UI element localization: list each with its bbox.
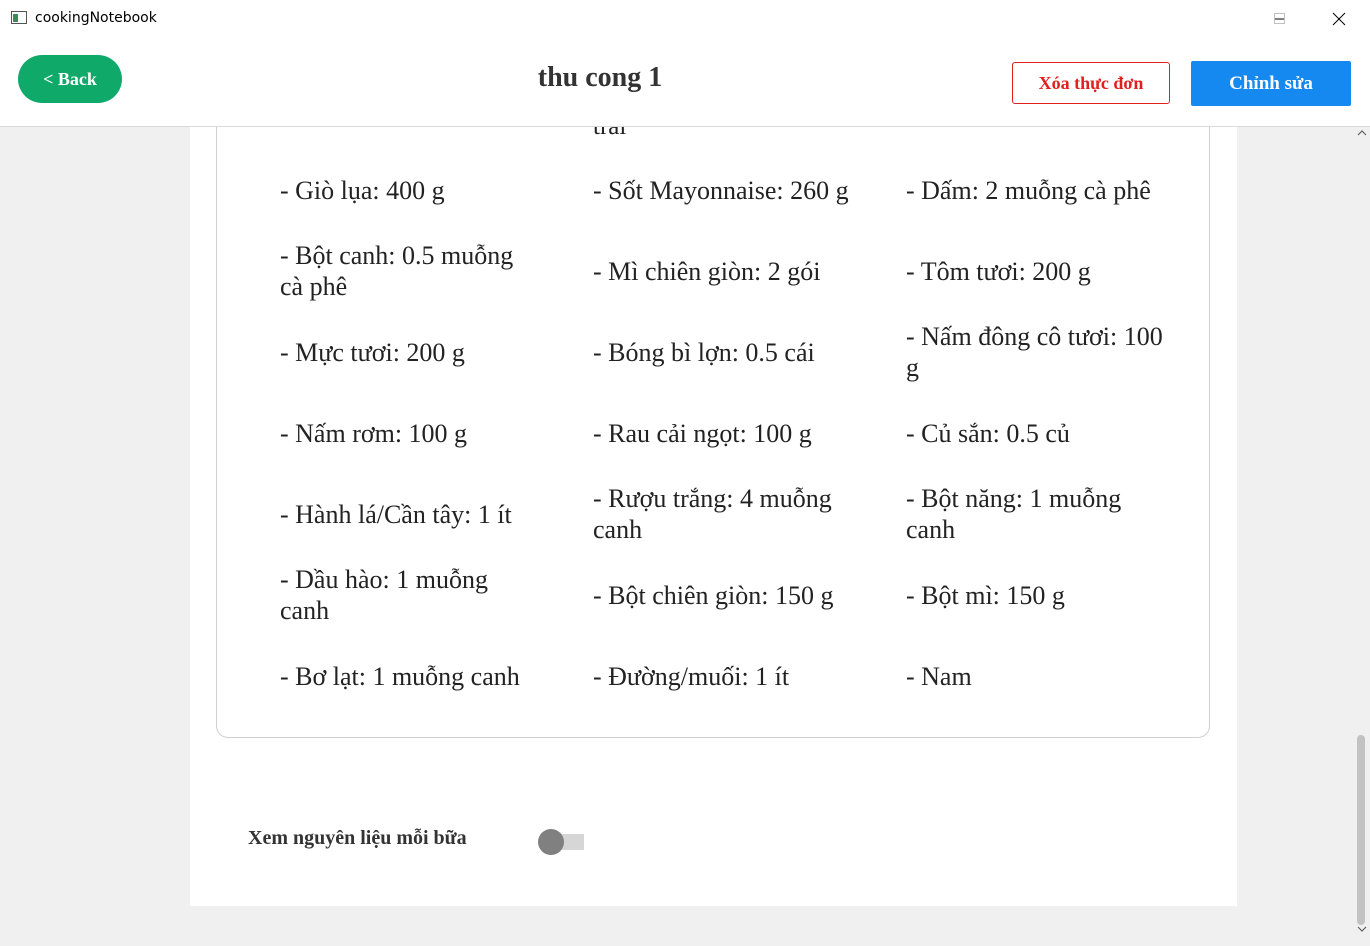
title-bar: cookingNotebook — [0, 0, 1370, 38]
page-header: < Back thu cong 1 Xóa thực đơn Chỉnh sửa — [0, 38, 1370, 127]
ingredient-item: - Rượu trắng: 4 muỗng canh — [593, 484, 832, 544]
ingredient-item: - Mực tươi: 200 g — [280, 337, 465, 367]
ingredient-item: - Tôm tươi: 200 g — [906, 256, 1091, 286]
scroll-up-icon[interactable] — [1357, 129, 1367, 137]
ingredient-item: - Dầu hào: 1 muỗng canh — [280, 565, 488, 625]
content-panel: trái - Giò lụa: 400 g - Sốt Mayonnaise: 2… — [190, 127, 1237, 906]
close-icon — [1332, 12, 1346, 26]
toggle-knob — [538, 829, 564, 855]
close-button[interactable] — [1316, 0, 1362, 38]
scrollbar-thumb[interactable] — [1357, 735, 1365, 925]
ingredient-item: - Bơ lạt: 1 muỗng canh — [280, 661, 520, 691]
vertical-scrollbar[interactable] — [1353, 127, 1370, 946]
toggle-label: Xem nguyên liệu mỗi bữa — [248, 827, 467, 849]
ingredient-item: - Nấm đông cô tươi: 100 g — [906, 322, 1163, 382]
ingredient-item: - Rau cải ngọt: 100 g — [593, 418, 812, 448]
ingredient-item: - Dấm: 2 muỗng cà phê — [906, 175, 1151, 205]
ingredient-item: - Củ sắn: 0.5 củ — [906, 418, 1070, 448]
ingredient-item: - Sốt Mayonnaise: 260 g — [593, 175, 849, 205]
ingredient-item: - Bột chiên giòn: 150 g — [593, 580, 834, 610]
ingredient-item: - Bột mì: 150 g — [906, 580, 1065, 610]
app-icon — [11, 11, 27, 24]
edit-button[interactable]: Chỉnh sửa — [1191, 61, 1351, 106]
maximize-icon — [1274, 13, 1285, 24]
maximize-button[interactable] — [1257, 0, 1303, 38]
scroll-down-icon[interactable] — [1357, 925, 1367, 933]
window-title: cookingNotebook — [35, 10, 157, 26]
ingredient-item: - Hành lá/Cần tây: 1 ít — [280, 499, 512, 529]
ingredient-item: - Bột canh: 0.5 muỗng cà phê — [280, 241, 514, 301]
ingredient-item: - Nam — [906, 661, 972, 691]
ingredient-item: - Bột năng: 1 muỗng canh — [906, 484, 1122, 544]
per-meal-toggle[interactable] — [538, 828, 584, 856]
ingredient-partial-text: trái — [593, 127, 626, 141]
scroll-viewport: trái - Giò lụa: 400 g - Sốt Mayonnaise: 2… — [190, 127, 1237, 906]
ingredient-item: - Bóng bì lợn: 0.5 cái — [593, 337, 815, 367]
ingredient-item: - Đường/muối: 1 ít — [593, 661, 790, 691]
ingredient-item: - Nấm rơm: 100 g — [280, 418, 468, 448]
ingredient-item: - Mì chiên giòn: 2 gói — [593, 256, 821, 286]
ingredient-item: - Giò lụa: 400 g — [280, 175, 445, 205]
delete-menu-button[interactable]: Xóa thực đơn — [1012, 62, 1170, 104]
